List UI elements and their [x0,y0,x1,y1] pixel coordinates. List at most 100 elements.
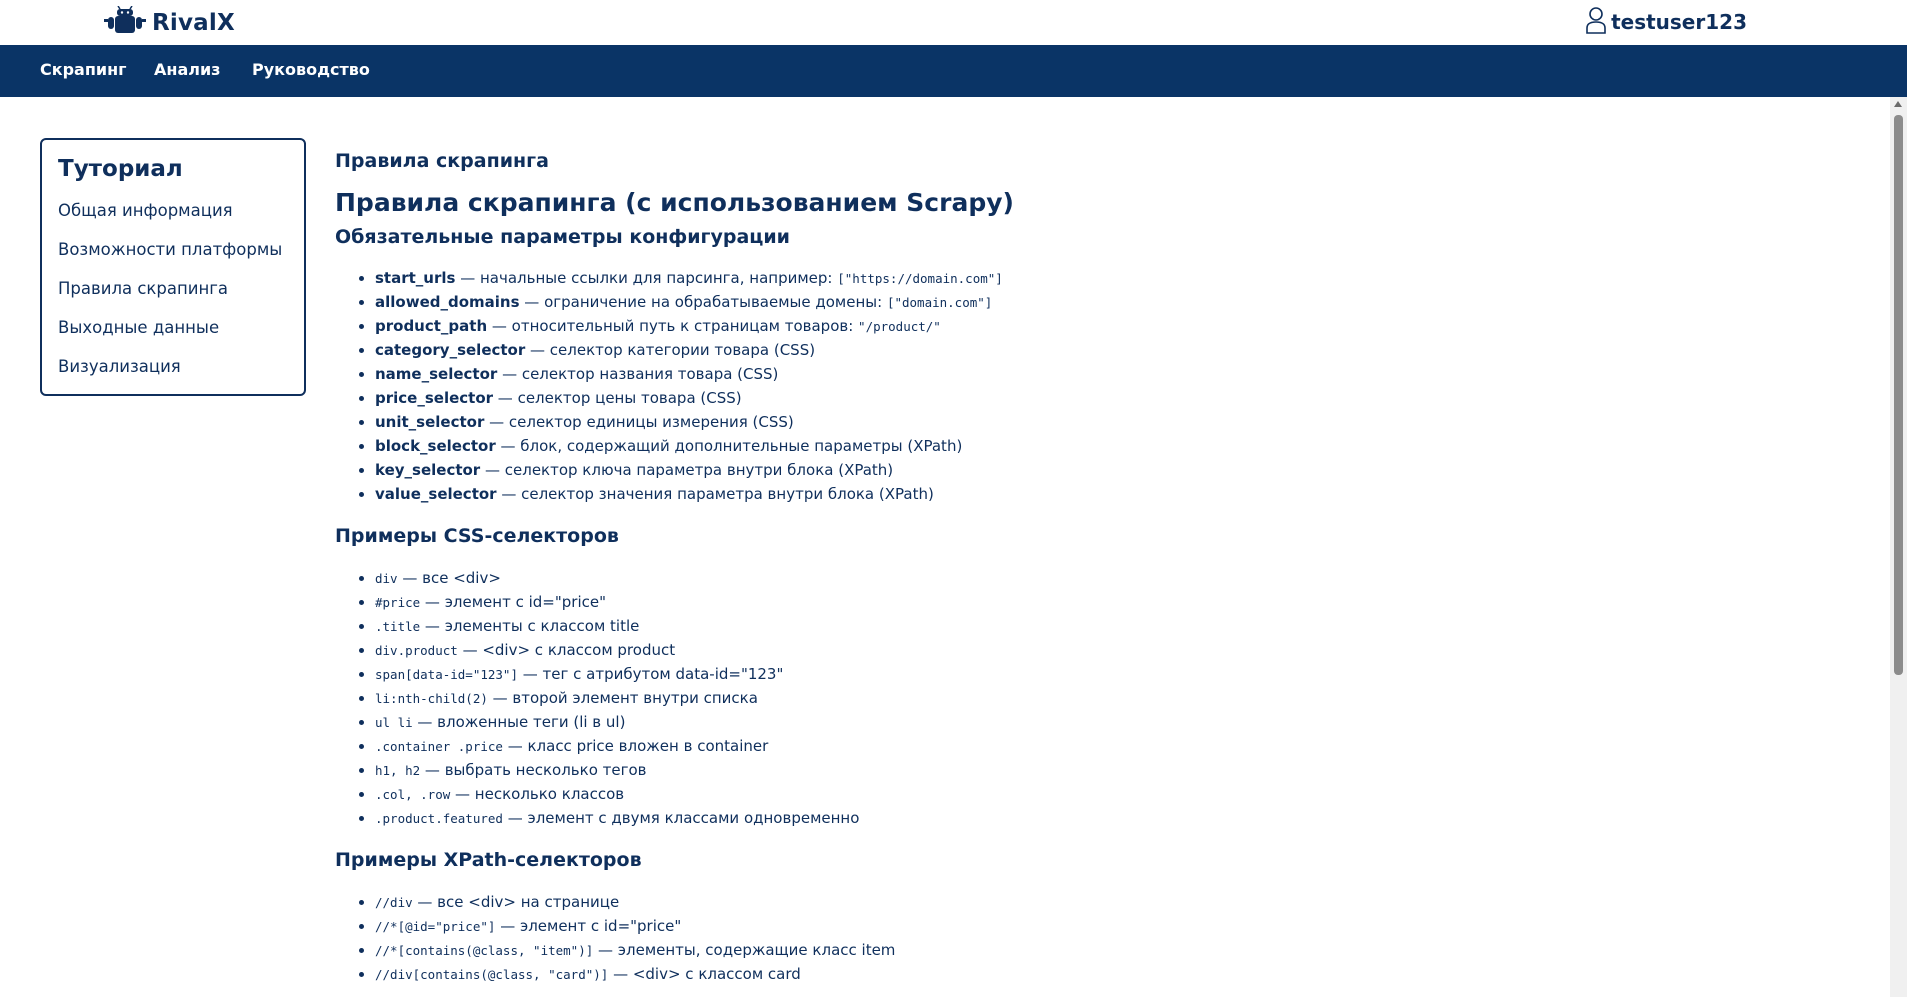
sidebar-item-visualization[interactable]: Визуализация [58,357,181,376]
list-item: #price — элемент с id="price" [375,590,859,614]
selector-code: span[data-id="123"] [375,667,518,682]
user-menu[interactable]: testuser123 [1585,6,1747,38]
page-scrollbar[interactable] [1890,97,1907,997]
list-item: value_selector — селектор значения парам… [375,482,1003,506]
param-name: value_selector [375,485,497,503]
list-item: unit_selector — селектор единицы измерен… [375,410,1003,434]
sidebar-title: Туториал [58,156,183,182]
param-name: price_selector [375,389,494,407]
param-desc: — селектор названия товара (CSS) [497,365,779,383]
param-desc: — селектор единицы измерения (CSS) [484,413,794,431]
list-item: div.product — <div> с классом product [375,638,859,662]
list-item: .col, .row — несколько классов [375,782,859,806]
param-name: name_selector [375,365,498,383]
selector-code: #price [375,595,421,610]
param-desc: — селектор категории товара (CSS) [525,341,816,359]
selector-code: //*[@id="price"] [375,919,496,934]
param-name: allowed_domains [375,293,520,311]
param-desc: — начальные ссылки для парсинга, наприме… [455,269,838,287]
selector-desc: — элемент с id="price" [495,917,682,935]
main-heading: Правила скрапинга (с использованием Scra… [335,188,1014,217]
selector-code: .container .price [375,739,503,754]
css-examples-heading: Примеры CSS-селекторов [335,525,619,547]
scrollbar-thumb[interactable] [1894,115,1903,675]
list-item: price_selector — селектор цены товара (C… [375,386,1003,410]
param-desc: — селектор ключа параметра внутри блока … [480,461,894,479]
nav-analysis[interactable]: Анализ [154,60,220,79]
selector-desc: — все <div> на странице [412,893,620,911]
top-bar: RivalX testuser123 [0,0,1907,45]
param-name: key_selector [375,461,481,479]
page-title: Правила скрапинга [335,150,549,172]
param-code: ["https://domain.com"] [837,271,1003,286]
config-params-list: start_urls — начальные ссылки для парсин… [359,266,1003,506]
list-item: span[data-id="123"] — тег с атрибутом da… [375,662,859,686]
robot-logo-icon [104,5,146,40]
list-item: allowed_domains — ограничение на обрабат… [375,290,1003,314]
user-icon [1585,6,1607,38]
selector-desc: — элемент с id="price" [420,593,607,611]
list-item: .product.featured — элемент с двумя клас… [375,806,859,830]
list-item: .container .price — класс price вложен в… [375,734,859,758]
param-desc: — селектор значения параметра внутри бло… [496,485,934,503]
selector-code: h1, h2 [375,763,421,778]
scroll-up-arrow-icon[interactable] [1894,101,1902,107]
list-item: category_selector — селектор категории т… [375,338,1003,362]
param-name: category_selector [375,341,526,359]
param-code: "/product/" [858,319,941,334]
selector-code: div [375,571,398,586]
param-name: unit_selector [375,413,485,431]
selector-desc: — выбрать несколько тегов [420,761,647,779]
selector-desc: — элемент с двумя классами одновременно [502,809,860,827]
selector-desc: — класс price вложен в container [502,737,769,755]
tutorial-sidebar: Туториал Общая информация Возможности пл… [40,138,306,396]
brand-name: RivalX [152,10,235,36]
list-item: div — все <div> [375,566,859,590]
selector-code: li:nth-child(2) [375,691,488,706]
selector-code: .product.featured [375,811,503,826]
list-item: ul li — вложенные теги (li в ul) [375,710,859,734]
param-desc: — селектор цены товара (CSS) [493,389,742,407]
param-name: product_path [375,317,488,335]
list-item: //div[contains(@class, "card")] — <div> … [375,962,895,986]
list-item: h1, h2 — выбрать несколько тегов [375,758,859,782]
list-item: block_selector — блок, содержащий дополн… [375,434,1003,458]
selector-desc: — все <div> [397,569,501,587]
list-item: //div — все <div> на странице [375,890,895,914]
selector-desc: — второй элемент внутри списка [487,689,758,707]
nav-guide[interactable]: Руководство [252,60,370,79]
param-desc: — блок, содержащий дополнительные параме… [495,437,963,455]
username: testuser123 [1611,10,1747,34]
sidebar-item-scraping-rules[interactable]: Правила скрапинга [58,279,228,298]
list-item: name_selector — селектор названия товара… [375,362,1003,386]
sidebar-item-general[interactable]: Общая информация [58,201,233,220]
sidebar-item-features[interactable]: Возможности платформы [58,240,282,259]
selector-desc: — тег с атрибутом data-id="123" [518,665,784,683]
css-examples-list: div — все <div> #price — элемент с id="p… [359,566,859,830]
selector-code: //div[contains(@class, "card")] [375,967,609,982]
selector-code: .col, .row [375,787,451,802]
param-code: ["domain.com"] [886,295,993,310]
selector-code: .title [375,619,421,634]
selector-desc: — элементы, содержащие класс item [593,941,896,959]
param-desc: — относительный путь к страницам товаров… [487,317,859,335]
param-desc: — ограничение на обрабатываемые домены: [519,293,887,311]
list-item: //*[contains(@class, "item")] — элементы… [375,938,895,962]
param-name: block_selector [375,437,496,455]
nav-scraping[interactable]: Скрапинг [40,60,127,79]
selector-desc: — <div> с классом product [457,641,676,659]
selector-code: ul li [375,715,413,730]
xpath-examples-heading: Примеры XPath-селекторов [335,849,642,871]
selector-desc: — вложенные теги (li в ul) [412,713,626,731]
config-heading: Обязательные параметры конфигурации [335,226,790,248]
selector-code: div.product [375,643,458,658]
sidebar-item-output[interactable]: Выходные данные [58,318,219,337]
list-item: li:nth-child(2) — второй элемент внутри … [375,686,859,710]
selector-desc: — элементы с классом title [420,617,640,635]
list-item: product_path — относительный путь к стра… [375,314,1003,338]
param-name: start_urls [375,269,456,287]
selector-code: //div [375,895,413,910]
brand-logo[interactable]: RivalX [104,5,235,40]
list-item: start_urls — начальные ссылки для парсин… [375,266,1003,290]
list-item: //*[@id="price"] — элемент с id="price" [375,914,895,938]
